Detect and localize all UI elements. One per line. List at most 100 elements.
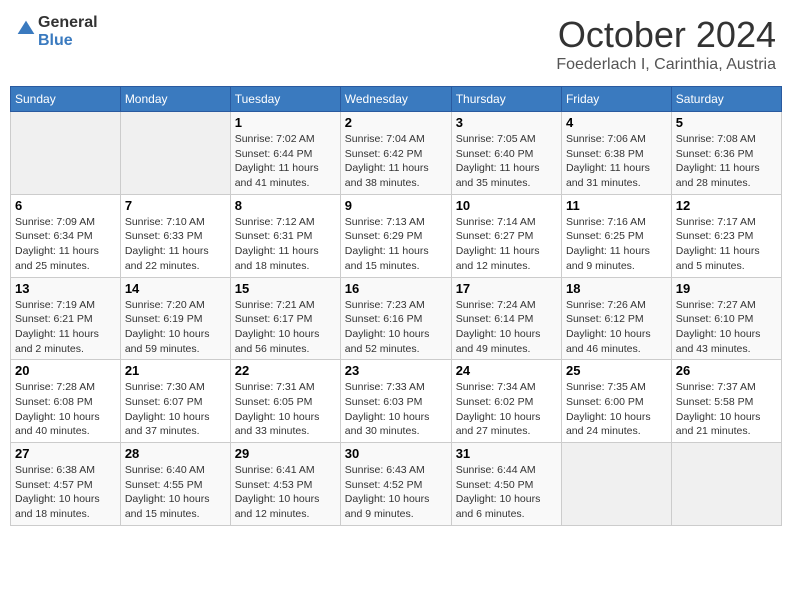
day-info: Sunrise: 7:05 AMSunset: 6:40 PMDaylight:… bbox=[456, 132, 557, 191]
day-number: 19 bbox=[676, 281, 777, 296]
calendar-cell: 30 Sunrise: 6:43 AMSunset: 4:52 PMDayligh… bbox=[340, 443, 451, 526]
calendar-cell: 18 Sunrise: 7:26 AMSunset: 6:12 PMDayligh… bbox=[561, 277, 671, 360]
day-info: Sunrise: 6:41 AMSunset: 4:53 PMDaylight:… bbox=[235, 463, 336, 522]
calendar-cell: 23 Sunrise: 7:33 AMSunset: 6:03 PMDayligh… bbox=[340, 360, 451, 443]
day-number: 18 bbox=[566, 281, 667, 296]
calendar-cell: 22 Sunrise: 7:31 AMSunset: 6:05 PMDayligh… bbox=[230, 360, 340, 443]
day-number: 9 bbox=[345, 198, 447, 213]
calendar-cell: 19 Sunrise: 7:27 AMSunset: 6:10 PMDayligh… bbox=[671, 277, 781, 360]
calendar-cell: 6Sunrise: 7:09 AMSunset: 6:34 PMDaylight… bbox=[11, 194, 121, 277]
calendar-cell: 9Sunrise: 7:13 AMSunset: 6:29 PMDaylight… bbox=[340, 194, 451, 277]
calendar-cell: 28Sunrise: 6:40 AMSunset: 4:55 PMDayligh… bbox=[120, 443, 230, 526]
day-number: 22 bbox=[235, 363, 336, 378]
logo-text: General Blue bbox=[38, 14, 98, 49]
day-info: Sunrise: 7:30 AMSunset: 6:07 PMDaylight:… bbox=[125, 380, 226, 439]
day-info: Sunrise: 7:19 AMSunset: 6:21 PMDaylight:… bbox=[15, 298, 116, 357]
day-number: 30 bbox=[345, 446, 447, 461]
day-info: Sunrise: 7:23 AMSunset: 6:16 PMDaylight:… bbox=[345, 298, 447, 357]
day-number: 29 bbox=[235, 446, 336, 461]
calendar-cell: 31 Sunrise: 6:44 AMSunset: 4:50 PMDayligh… bbox=[451, 443, 561, 526]
week-row-3: 20 Sunrise: 7:28 AMSunset: 6:08 PMDayligh… bbox=[11, 360, 782, 443]
day-info: Sunrise: 7:12 AMSunset: 6:31 PMDaylight:… bbox=[235, 215, 336, 274]
day-number: 20 bbox=[15, 363, 116, 378]
calendar-cell: 7Sunrise: 7:10 AMSunset: 6:33 PMDaylight… bbox=[120, 194, 230, 277]
day-info: Sunrise: 7:31 AMSunset: 6:05 PMDaylight:… bbox=[235, 380, 336, 439]
day-number: 15 bbox=[235, 281, 336, 296]
day-info: Sunrise: 6:44 AMSunset: 4:50 PMDaylight:… bbox=[456, 463, 557, 522]
day-number: 1 bbox=[235, 115, 336, 130]
calendar-cell: 4Sunrise: 7:06 AMSunset: 6:38 PMDaylight… bbox=[561, 112, 671, 195]
day-number: 26 bbox=[676, 363, 777, 378]
month-title: October 2024 bbox=[556, 14, 776, 56]
calendar-cell: 17Sunrise: 7:24 AMSunset: 6:14 PMDayligh… bbox=[451, 277, 561, 360]
calendar-cell: 26 Sunrise: 7:37 AMSunset: 5:58 PMDayligh… bbox=[671, 360, 781, 443]
day-info: Sunrise: 7:37 AMSunset: 5:58 PMDaylight:… bbox=[676, 380, 777, 439]
day-info: Sunrise: 7:14 AMSunset: 6:27 PMDaylight:… bbox=[456, 215, 557, 274]
day-info: Sunrise: 7:35 AMSunset: 6:00 PMDaylight:… bbox=[566, 380, 667, 439]
day-number: 31 bbox=[456, 446, 557, 461]
calendar-cell bbox=[671, 443, 781, 526]
calendar-cell: 25Sunrise: 7:35 AMSunset: 6:00 PMDayligh… bbox=[561, 360, 671, 443]
day-number: 8 bbox=[235, 198, 336, 213]
day-info: Sunrise: 6:43 AMSunset: 4:52 PMDaylight:… bbox=[345, 463, 447, 522]
page-header: General Blue October 2024 Foederlach I, … bbox=[10, 10, 782, 78]
day-number: 23 bbox=[345, 363, 447, 378]
day-info: Sunrise: 7:26 AMSunset: 6:12 PMDaylight:… bbox=[566, 298, 667, 357]
day-info: Sunrise: 7:28 AMSunset: 6:08 PMDaylight:… bbox=[15, 380, 116, 439]
weekday-header-wednesday: Wednesday bbox=[340, 87, 451, 112]
calendar-cell: 10 Sunrise: 7:14 AMSunset: 6:27 PMDayligh… bbox=[451, 194, 561, 277]
day-number: 24 bbox=[456, 363, 557, 378]
day-info: Sunrise: 7:04 AMSunset: 6:42 PMDaylight:… bbox=[345, 132, 447, 191]
calendar-cell: 5Sunrise: 7:08 AMSunset: 6:36 PMDaylight… bbox=[671, 112, 781, 195]
day-number: 7 bbox=[125, 198, 226, 213]
calendar-cell: 15 Sunrise: 7:21 AMSunset: 6:17 PMDayligh… bbox=[230, 277, 340, 360]
day-info: Sunrise: 7:16 AMSunset: 6:25 PMDaylight:… bbox=[566, 215, 667, 274]
logo-icon bbox=[16, 19, 36, 39]
day-info: Sunrise: 7:06 AMSunset: 6:38 PMDaylight:… bbox=[566, 132, 667, 191]
day-info: Sunrise: 7:34 AMSunset: 6:02 PMDaylight:… bbox=[456, 380, 557, 439]
week-row-2: 13 Sunrise: 7:19 AMSunset: 6:21 PMDayligh… bbox=[11, 277, 782, 360]
weekday-header-tuesday: Tuesday bbox=[230, 87, 340, 112]
day-number: 21 bbox=[125, 363, 226, 378]
logo-general: General bbox=[38, 14, 98, 31]
calendar-cell bbox=[120, 112, 230, 195]
weekday-header-sunday: Sunday bbox=[11, 87, 121, 112]
day-number: 12 bbox=[676, 198, 777, 213]
calendar-table: SundayMondayTuesdayWednesdayThursdayFrid… bbox=[10, 86, 782, 526]
day-number: 10 bbox=[456, 198, 557, 213]
day-number: 27 bbox=[15, 446, 116, 461]
day-info: Sunrise: 7:17 AMSunset: 6:23 PMDaylight:… bbox=[676, 215, 777, 274]
day-number: 2 bbox=[345, 115, 447, 130]
calendar-cell: 2 Sunrise: 7:04 AMSunset: 6:42 PMDaylight… bbox=[340, 112, 451, 195]
calendar-cell bbox=[561, 443, 671, 526]
day-info: Sunrise: 7:24 AMSunset: 6:14 PMDaylight:… bbox=[456, 298, 557, 357]
week-row-4: 27 Sunrise: 6:38 AMSunset: 4:57 PMDayligh… bbox=[11, 443, 782, 526]
day-number: 16 bbox=[345, 281, 447, 296]
calendar-cell: 14 Sunrise: 7:20 AMSunset: 6:19 PMDayligh… bbox=[120, 277, 230, 360]
day-info: Sunrise: 7:33 AMSunset: 6:03 PMDaylight:… bbox=[345, 380, 447, 439]
calendar-cell: 12 Sunrise: 7:17 AMSunset: 6:23 PMDayligh… bbox=[671, 194, 781, 277]
day-number: 14 bbox=[125, 281, 226, 296]
calendar-cell: 13 Sunrise: 7:19 AMSunset: 6:21 PMDayligh… bbox=[11, 277, 121, 360]
day-info: Sunrise: 7:20 AMSunset: 6:19 PMDaylight:… bbox=[125, 298, 226, 357]
calendar-cell: 3 Sunrise: 7:05 AMSunset: 6:40 PMDaylight… bbox=[451, 112, 561, 195]
day-info: Sunrise: 7:08 AMSunset: 6:36 PMDaylight:… bbox=[676, 132, 777, 191]
day-info: Sunrise: 6:38 AMSunset: 4:57 PMDaylight:… bbox=[15, 463, 116, 522]
calendar-cell: 21 Sunrise: 7:30 AMSunset: 6:07 PMDayligh… bbox=[120, 360, 230, 443]
weekday-header-monday: Monday bbox=[120, 87, 230, 112]
weekday-header-row: SundayMondayTuesdayWednesdayThursdayFrid… bbox=[11, 87, 782, 112]
day-number: 13 bbox=[15, 281, 116, 296]
day-info: Sunrise: 7:09 AMSunset: 6:34 PMDaylight:… bbox=[15, 215, 116, 274]
day-info: Sunrise: 7:21 AMSunset: 6:17 PMDaylight:… bbox=[235, 298, 336, 357]
day-info: Sunrise: 6:40 AMSunset: 4:55 PMDaylight:… bbox=[125, 463, 226, 522]
week-row-1: 6Sunrise: 7:09 AMSunset: 6:34 PMDaylight… bbox=[11, 194, 782, 277]
weekday-header-thursday: Thursday bbox=[451, 87, 561, 112]
day-info: Sunrise: 7:27 AMSunset: 6:10 PMDaylight:… bbox=[676, 298, 777, 357]
week-row-0: 1Sunrise: 7:02 AMSunset: 6:44 PMDaylight… bbox=[11, 112, 782, 195]
day-number: 3 bbox=[456, 115, 557, 130]
weekday-header-saturday: Saturday bbox=[671, 87, 781, 112]
day-number: 11 bbox=[566, 198, 667, 213]
calendar-cell: 1Sunrise: 7:02 AMSunset: 6:44 PMDaylight… bbox=[230, 112, 340, 195]
logo: General Blue bbox=[16, 14, 98, 49]
calendar-cell bbox=[11, 112, 121, 195]
